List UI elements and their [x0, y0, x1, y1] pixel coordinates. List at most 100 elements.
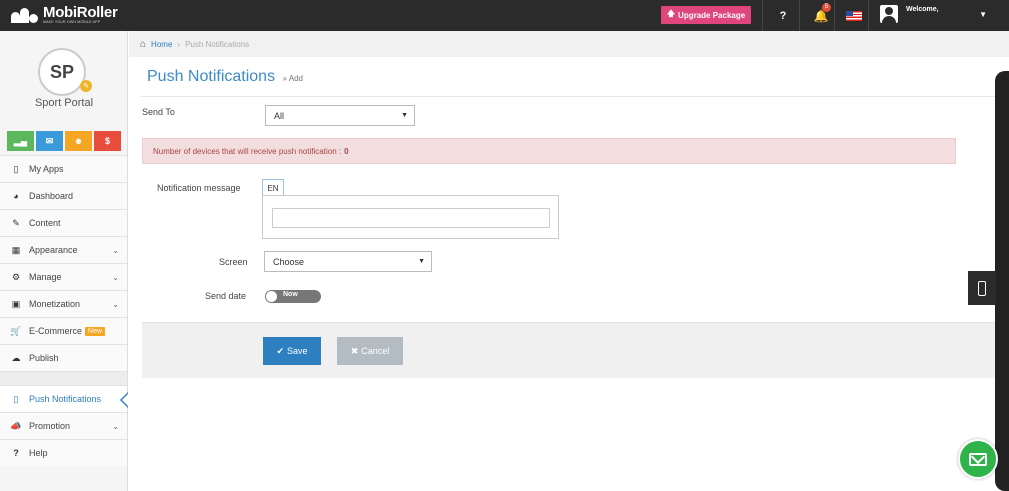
caret-down-icon: ▼	[401, 112, 408, 119]
phone-preview-toggle[interactable]	[968, 271, 996, 305]
sidebar: SP ✎ Sport Portal ▂▄ ✉ ☻ $ ▯ My Apps ◕ D…	[0, 31, 129, 491]
users-icon[interactable]: ☻	[65, 131, 92, 151]
breadcrumb-home-link[interactable]: Home	[151, 40, 172, 49]
chevron-down-icon: ⌄	[112, 299, 119, 309]
sidebar-item-label: My Apps	[29, 164, 64, 174]
page-subtitle: » Add	[282, 74, 303, 83]
screen-label: Screen	[219, 257, 248, 267]
save-button[interactable]: ✔ Save	[263, 337, 321, 365]
preview-panel-edge	[995, 71, 1009, 491]
breadcrumb-separator: ›	[177, 39, 181, 49]
sidebar-item-label: E-Commerce	[29, 326, 83, 336]
sidebar-item-label: Appearance	[29, 245, 78, 255]
page-title: Push Notifications » Add	[147, 68, 303, 86]
user-menu[interactable]: Welcome, ▼	[868, 0, 999, 31]
user-avatar-icon	[880, 5, 898, 23]
screen-select[interactable]: Choose ▼	[264, 251, 432, 272]
sidebar-item-appearance[interactable]: ▦ Appearance ⌄	[0, 236, 127, 263]
top-bar: MobiRoller MAKE YOUR OWN MOBILE APP 🡅 Up…	[0, 0, 1009, 31]
sidebar-item-label: Monetization	[29, 299, 81, 309]
cogs-icon: ⚙	[11, 271, 21, 282]
mobile-icon: ▯	[13, 393, 19, 404]
us-flag-icon	[846, 10, 862, 21]
sidebar-item-publish[interactable]: ☁ Publish	[0, 344, 127, 371]
home-icon[interactable]: ⌂	[140, 39, 146, 50]
breadcrumb-current: Push Notifications	[185, 39, 250, 49]
cart-icon: 🛒	[10, 325, 22, 336]
send-date-label: Send date	[205, 291, 247, 301]
sidebar-item-content[interactable]: ✎ Content	[0, 209, 127, 236]
arrow-up-icon: 🡅	[666, 9, 676, 18]
main-content: ⌂ Home › Push Notifications Push Notific…	[129, 31, 1009, 491]
tachometer-icon: ◕	[13, 191, 19, 201]
sidebar-item-label: Content	[29, 218, 61, 228]
upgrade-label: Upgrade Package	[678, 10, 746, 20]
sidebar-item-label: Publish	[29, 353, 59, 363]
logo-name: MobiRoller	[43, 4, 118, 22]
message-panel	[262, 195, 559, 239]
send-date-toggle[interactable]: Now	[265, 290, 321, 303]
question-icon: ?	[13, 448, 19, 458]
sidebar-item-push-notifications[interactable]: ▯ Push Notifications	[0, 385, 129, 412]
toggle-knob	[266, 291, 277, 302]
new-badge: New	[85, 326, 106, 336]
th-large-icon: ▦	[11, 244, 21, 255]
app-avatar[interactable]: SP	[38, 48, 86, 96]
mobile-icon	[978, 280, 986, 296]
sidebar-item-label: Promotion	[29, 421, 71, 431]
sidebar-item-label: Help	[29, 448, 48, 458]
toggle-label: Now	[283, 291, 298, 298]
sidebar-item-label: Push Notifications	[29, 394, 102, 404]
caret-down-icon: ▼	[979, 10, 987, 19]
save-label: Save	[287, 346, 308, 356]
send-to-select[interactable]: All ▼	[265, 105, 415, 126]
device-count: 0	[344, 146, 349, 156]
title-divider	[141, 96, 1009, 97]
language-selector[interactable]	[843, 0, 865, 31]
help-button[interactable]: ?	[770, 0, 796, 31]
notification-message-input[interactable]	[272, 208, 550, 228]
upgrade-package-button[interactable]: 🡅 Upgrade Package	[661, 6, 751, 24]
sidebar-item-monetization[interactable]: ▣ Monetization ⌄	[0, 290, 127, 317]
sidebar-divider	[0, 371, 127, 385]
tab-language-en[interactable]: EN	[262, 179, 284, 196]
cloud-upload-icon: ☁	[11, 352, 21, 363]
chevron-down-icon: ⌄	[112, 421, 119, 431]
check-icon: ✔	[276, 345, 285, 356]
notification-count-badge: 5	[822, 3, 831, 12]
app-name: Sport Portal	[34, 97, 94, 109]
pencil-icon[interactable]: ✎	[80, 80, 92, 92]
page-title-text: Push Notifications	[147, 68, 276, 85]
send-to-value: All	[274, 110, 285, 121]
caret-down-icon: ▼	[418, 258, 425, 265]
sidebar-item-label: Manage	[29, 272, 62, 282]
welcome-text: Welcome,	[906, 6, 939, 13]
sidebar-item-label: Dashboard	[29, 191, 74, 201]
cancel-label: Cancel	[361, 346, 390, 356]
active-indicator	[120, 392, 129, 408]
mobiroller-logo[interactable]: MobiRoller MAKE YOUR OWN MOBILE APP	[10, 5, 118, 25]
bar-chart-icon[interactable]: ▂▄	[7, 131, 34, 151]
chevron-down-icon: ⌄	[112, 272, 119, 282]
sidebar-item-manage[interactable]: ⚙ Manage ⌄	[0, 263, 127, 290]
screen-value: Choose	[273, 256, 305, 267]
logo-tagline: MAKE YOUR OWN MOBILE APP	[43, 20, 101, 25]
notifications-button[interactable]: 🔔 5	[808, 0, 834, 31]
mobile-icon: ▯	[13, 163, 19, 174]
envelope-icon[interactable]: ✉	[36, 131, 63, 151]
device-count-alert: Number of devices that will receive push…	[142, 138, 956, 164]
close-icon: ✖	[350, 345, 359, 356]
sidebar-item-my-apps[interactable]: ▯ My Apps	[0, 155, 127, 182]
envelope-icon	[969, 452, 987, 466]
logo-mark-icon	[10, 5, 40, 25]
alert-text: Number of devices that will receive push…	[153, 146, 342, 156]
sidebar-item-promotion[interactable]: 📣 Promotion ⌄	[0, 412, 127, 439]
quick-actions: ▂▄ ✉ ☻ $	[7, 131, 121, 151]
sidebar-item-dashboard[interactable]: ◕ Dashboard	[0, 182, 127, 209]
cancel-button[interactable]: ✖ Cancel	[337, 337, 403, 365]
sidebar-item-help[interactable]: ? Help	[0, 439, 127, 466]
dollar-icon[interactable]: $	[94, 131, 121, 151]
chat-button[interactable]	[958, 439, 998, 479]
breadcrumb: ⌂ Home › Push Notifications	[129, 31, 1009, 57]
sidebar-item-e-commerce[interactable]: 🛒 E-Commerce New	[0, 317, 127, 344]
